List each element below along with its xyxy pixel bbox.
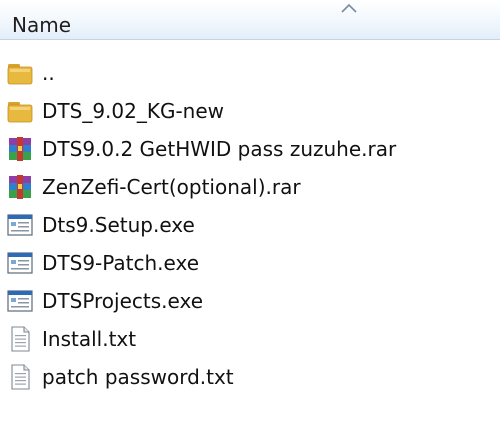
list-item[interactable]: DTS9.0.2 GetHWID pass zuzuhe.rar — [0, 130, 500, 168]
list-item[interactable]: DTS_9.02_KG-new — [0, 92, 500, 130]
file-name: .. — [42, 61, 55, 85]
file-list: .. DTS_9.02_KG-new DTS9.0.2 GetHWID pass… — [0, 54, 500, 396]
column-header-name[interactable]: Name — [12, 13, 71, 37]
winrar-archive-icon — [4, 133, 36, 165]
folder-icon — [4, 57, 36, 89]
file-name: Dts9.Setup.exe — [42, 213, 195, 237]
file-name: DTS9-Patch.exe — [42, 251, 200, 275]
file-name: ZenZefi-Cert(optional).rar — [42, 175, 301, 199]
file-name: Install.txt — [42, 327, 137, 351]
exe-application-icon — [4, 247, 36, 279]
list-item[interactable]: DTS9-Patch.exe — [0, 244, 500, 282]
exe-application-icon — [4, 285, 36, 317]
file-name: patch password.txt — [42, 365, 234, 389]
text-file-icon — [4, 361, 36, 393]
text-file-icon — [4, 323, 36, 355]
list-item[interactable]: ZenZefi-Cert(optional).rar — [0, 168, 500, 206]
winrar-archive-icon — [4, 171, 36, 203]
list-item[interactable]: DTSProjects.exe — [0, 282, 500, 320]
folder-icon — [4, 95, 36, 127]
file-name: DTS_9.02_KG-new — [42, 99, 225, 123]
sort-ascending-icon[interactable] — [341, 3, 357, 13]
exe-application-icon — [4, 209, 36, 241]
list-item[interactable]: .. — [0, 54, 500, 92]
list-item[interactable]: patch password.txt — [0, 358, 500, 396]
file-name: DTSProjects.exe — [42, 289, 203, 313]
file-name: DTS9.0.2 GetHWID pass zuzuhe.rar — [42, 137, 397, 161]
list-item[interactable]: Install.txt — [0, 320, 500, 358]
column-header-bar: Name — [0, 0, 500, 40]
list-item[interactable]: Dts9.Setup.exe — [0, 206, 500, 244]
